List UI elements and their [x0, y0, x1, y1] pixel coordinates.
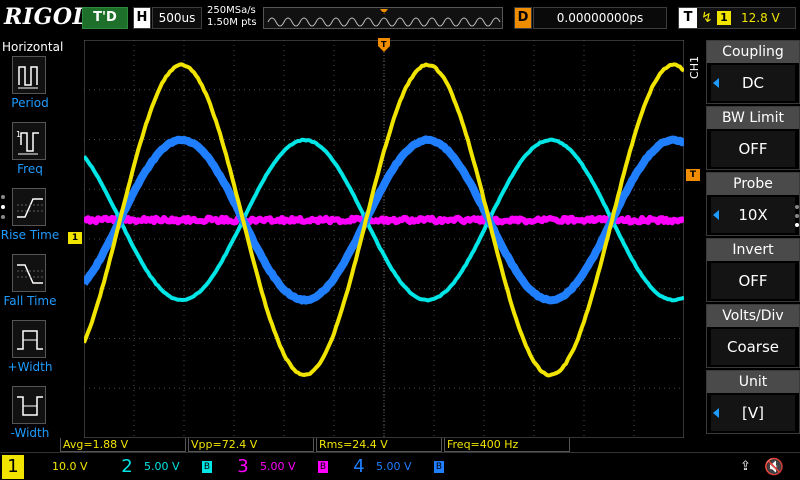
channel-menu-tag: CH1 — [688, 56, 702, 79]
channel-4-scale: 5.00 V — [372, 459, 416, 475]
channel-3-trace — [84, 218, 684, 223]
freq-label: Freq — [0, 162, 60, 176]
trigger-level: 12.8 V — [741, 8, 780, 28]
memory-overview-bar: T — [263, 7, 503, 29]
ch1-ground-marker[interactable]: 1 — [68, 232, 82, 244]
channel-4-status[interactable]: 4 5.00 V B — [348, 455, 460, 479]
memory-depth: 1.50M pts — [207, 17, 257, 29]
memory-waveform-icon: T — [264, 8, 504, 30]
bw-limit-icon: B — [434, 461, 444, 473]
measure-rise-time-button[interactable]: Rise Time — [0, 188, 60, 252]
bw-limit-softkey[interactable]: BW Limit OFF — [706, 106, 800, 170]
horizontal-badge: H — [133, 7, 151, 29]
trigger-source: 1 — [717, 11, 731, 25]
negative-width-label: -Width — [0, 426, 60, 440]
speaker-muted-icon[interactable]: 🔇 — [764, 457, 784, 476]
delay-value[interactable]: 0.00000000ps — [533, 7, 667, 29]
channel-2-status[interactable]: 2 5.00 V B — [116, 455, 228, 479]
measurement-rms[interactable]: Rms=24.4 V — [316, 438, 442, 452]
waveform-grid — [84, 40, 684, 438]
rise-time-label: Rise Time — [0, 228, 60, 242]
select-arrow-icon — [713, 78, 719, 88]
measure-period-button[interactable]: Period — [0, 56, 60, 120]
select-arrow-icon — [713, 408, 719, 418]
delay-badge: D — [514, 7, 532, 29]
channel-1-number: 1 — [2, 455, 24, 479]
trigger-status-badge: T'D — [82, 7, 128, 29]
trigger-badge: T — [679, 8, 697, 28]
trigger-position-marker[interactable]: T — [378, 38, 390, 54]
channel-status-bar: 1 10.0 V 2 5.00 V B 3 5.00 V B 4 5.00 V … — [0, 452, 800, 480]
coupling-title: Coupling — [707, 41, 799, 63]
svg-text:1: 1 — [16, 130, 21, 139]
select-arrow-icon — [713, 210, 719, 220]
waveform-display[interactable] — [84, 40, 684, 438]
bw-limit-value: OFF — [711, 131, 795, 167]
positive-width-icon — [12, 320, 46, 358]
unit-softkey[interactable]: Unit [V] — [706, 370, 800, 434]
brand-logo: RIGOL — [4, 4, 89, 30]
negative-width-icon — [12, 386, 46, 424]
panel-title: Horizontal — [2, 40, 63, 54]
channel-3-status[interactable]: 3 5.00 V B — [232, 455, 344, 479]
acquisition-info: 250MSa/s 1.50M pts — [207, 5, 257, 29]
channel-2-number: 2 — [116, 455, 138, 479]
invert-softkey[interactable]: Invert OFF — [706, 238, 800, 302]
bw-limit-title: BW Limit — [707, 107, 799, 129]
frequency-icon: 1 — [12, 122, 46, 160]
volts-div-title: Volts/Div — [707, 305, 799, 327]
channel-settings-menu: Coupling DC BW Limit OFF Probe 10X Inver… — [706, 40, 800, 438]
channel-1-scale: 10.0 V — [48, 459, 92, 475]
svg-text:T: T — [381, 40, 387, 49]
volts-div-value: Coarse — [711, 329, 795, 365]
measure-positive-width-button[interactable]: +Width — [0, 320, 60, 384]
measure-fall-time-button[interactable]: Fall Time — [0, 254, 60, 318]
bw-limit-icon: B — [318, 461, 328, 473]
usb-icon: ⇪ — [740, 459, 751, 474]
page-dots-icon — [0, 194, 6, 224]
channel-4-number: 4 — [348, 455, 370, 479]
timebase-value[interactable]: 500us — [152, 7, 202, 29]
svg-text:T: T — [380, 11, 386, 19]
invert-value: OFF — [711, 263, 795, 299]
measure-freq-button[interactable]: 1 Freq — [0, 122, 60, 186]
fall-time-icon — [12, 254, 46, 292]
top-status-bar: RIGOL T'D H 500us 250MSa/s 1.50M pts T D… — [0, 0, 800, 38]
coupling-value: DC — [711, 65, 795, 101]
fall-time-label: Fall Time — [0, 294, 60, 308]
measurement-vpp[interactable]: Vpp=72.4 V — [188, 438, 314, 452]
probe-title: Probe — [707, 173, 799, 195]
channel-1-status[interactable]: 1 10.0 V — [2, 455, 112, 479]
channel-3-scale: 5.00 V — [256, 459, 300, 475]
period-label: Period — [0, 96, 60, 110]
probe-value: 10X — [711, 197, 795, 233]
unit-title: Unit — [707, 371, 799, 393]
channel-3-number: 3 — [232, 455, 254, 479]
invert-title: Invert — [707, 239, 799, 261]
measurement-freq[interactable]: Freq=400 Hz — [444, 438, 570, 452]
sample-rate: 250MSa/s — [207, 5, 257, 17]
rising-edge-icon: ↯ — [701, 8, 713, 28]
coupling-softkey[interactable]: Coupling DC — [706, 40, 800, 104]
trigger-info[interactable]: T ↯ 1 12.8 V — [678, 7, 796, 29]
volts-div-softkey[interactable]: Volts/Div Coarse — [706, 304, 800, 368]
menu-page-dots-icon — [794, 204, 800, 228]
positive-width-label: +Width — [0, 360, 60, 374]
measurement-strip: Avg=1.88 V Vpp=72.4 V Rms=24.4 V Freq=40… — [60, 438, 700, 452]
bw-limit-icon: B — [202, 461, 212, 473]
horizontal-measure-panel: Horizontal Period 1 Freq Rise Time Fall … — [0, 38, 58, 438]
channel-2-scale: 5.00 V — [140, 459, 184, 475]
probe-softkey[interactable]: Probe 10X — [706, 172, 800, 236]
rise-time-icon — [12, 188, 46, 226]
trigger-level-marker[interactable]: T — [686, 169, 700, 181]
measurement-avg[interactable]: Avg=1.88 V — [60, 438, 186, 452]
unit-value: [V] — [711, 395, 795, 431]
period-icon — [12, 56, 46, 94]
measure-negative-width-button[interactable]: -Width — [0, 386, 60, 450]
